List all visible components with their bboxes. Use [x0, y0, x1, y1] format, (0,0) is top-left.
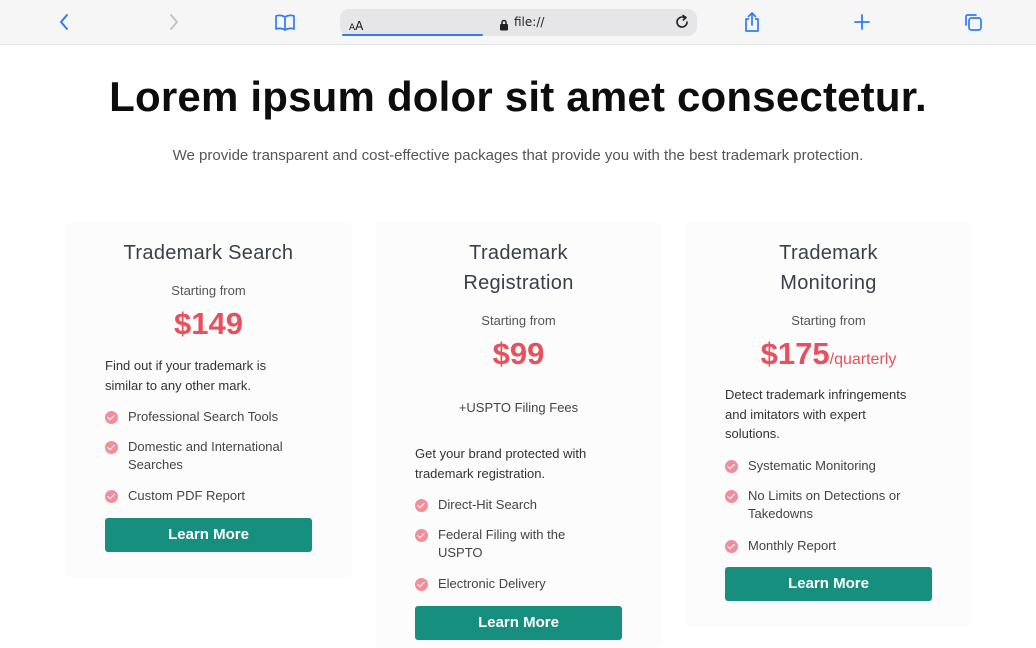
card-description: Find out if your trademark is similar to…: [105, 358, 267, 393]
pricing-card-search: Trademark Search Starting from $149 Find…: [65, 222, 352, 578]
page-load-progress: [342, 34, 483, 36]
tabs-icon[interactable]: [958, 8, 988, 36]
filing-fees-note: +USPTO Filing Fees: [458, 400, 579, 415]
check-icon: [415, 578, 428, 591]
pricing-card-monitoring: Trademark Monitoring Starting from $175/…: [685, 222, 972, 627]
new-tab-icon[interactable]: [847, 8, 877, 36]
learn-more-button[interactable]: Learn More: [725, 567, 932, 601]
page-title: Lorem ipsum dolor sit amet consectetur.: [109, 73, 927, 120]
feature-item: Monthly Report: [725, 537, 836, 555]
bookmarks-icon[interactable]: [270, 8, 300, 36]
check-icon: [415, 499, 428, 512]
card-title: Trademark Monitoring: [779, 242, 878, 294]
check-icon: [105, 490, 118, 503]
price: $175/quarterly: [760, 336, 897, 371]
learn-more-button[interactable]: Learn More: [105, 518, 312, 552]
feature-item: Electronic Delivery: [415, 575, 546, 593]
url-text: file://: [514, 15, 545, 29]
check-icon: [725, 540, 738, 553]
price: $149: [174, 306, 243, 341]
starting-from-label: Starting from: [481, 313, 556, 328]
check-icon: [725, 490, 738, 503]
check-icon: [105, 411, 118, 424]
pricing-card-registration: Trademark Registration Starting from $99…: [375, 222, 662, 648]
starting-from-label: Starting from: [171, 283, 246, 298]
reload-icon[interactable]: [673, 13, 691, 35]
reader-aa-button[interactable]: AA: [349, 15, 363, 34]
forward-icon[interactable]: [159, 8, 189, 36]
check-icon: [105, 441, 118, 454]
card-title: Trademark Registration: [463, 242, 574, 294]
share-icon[interactable]: [737, 8, 767, 36]
back-icon[interactable]: [49, 8, 79, 36]
learn-more-button[interactable]: Learn More: [415, 606, 622, 640]
feature-item: No Limits on Detections or Takedowns: [725, 487, 900, 523]
feature-item: Federal Filing with the USPTO: [415, 526, 565, 562]
card-description: Detect trademark infringements and imita…: [725, 387, 907, 441]
feature-item: Custom PDF Report: [105, 487, 245, 505]
card-title: Trademark Search: [123, 242, 294, 264]
starting-from-label: Starting from: [791, 313, 866, 328]
address-bar[interactable]: AA file://: [340, 9, 697, 36]
feature-item: Systematic Monitoring: [725, 457, 876, 475]
price: $99: [492, 336, 545, 371]
card-description: Get your brand protected with trademark …: [415, 446, 587, 481]
check-icon: [725, 460, 738, 473]
feature-item: Professional Search Tools: [105, 408, 278, 426]
check-icon: [415, 529, 428, 542]
feature-item: Direct-Hit Search: [415, 496, 537, 514]
feature-item: Domestic and International Searches: [105, 438, 283, 474]
page-subtitle: We provide transparent and cost-effectiv…: [172, 147, 864, 164]
lock-icon: [499, 16, 509, 35]
browser-toolbar: AA file://: [0, 0, 1036, 45]
